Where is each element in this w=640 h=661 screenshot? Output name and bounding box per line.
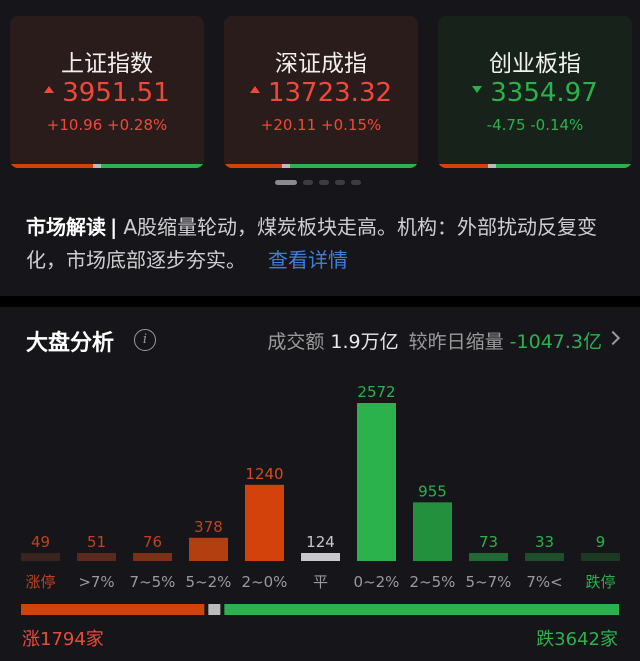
down-arrow-icon — [472, 86, 483, 93]
category-tick-label: 7~5% — [130, 573, 176, 591]
up-arrow-icon — [44, 86, 55, 93]
bar-value-label: 49 — [31, 533, 50, 551]
index-change: +10.96 +0.28% — [46, 116, 168, 134]
bar-value-label: 378 — [194, 518, 223, 536]
carousel-dot-active[interactable] — [275, 180, 297, 185]
bar-3 — [189, 537, 228, 561]
category-tick-label: 5~7% — [466, 573, 512, 591]
bar-4 — [245, 484, 284, 561]
category-tick-label: 0~2% — [354, 573, 400, 591]
index-value: 3354.97 — [438, 78, 632, 108]
index-panel: 上证指数 3951.51 +10.96 +0.28% 深证成指 13723.32… — [0, 0, 640, 296]
carousel-dot[interactable] — [319, 180, 329, 185]
index-name: 上证指数 — [61, 51, 153, 77]
category-tick-label: 7%< — [526, 573, 562, 591]
market-analysis-panel: 大盘分析 i 成交额 1.9万亿 较昨日缩量 -1047.3亿 49 涨停 51 >7%… — [0, 307, 640, 661]
advancers-count: 涨1794家 — [22, 629, 104, 650]
category-tick-label: 2~5% — [410, 573, 456, 591]
index-change: -4.75 -0.14% — [486, 116, 584, 134]
bar-10 — [581, 553, 620, 561]
index-card-shanghai[interactable]: 上证指数 3951.51 +10.96 +0.28% — [10, 16, 204, 168]
index-updown-bar — [438, 164, 632, 168]
index-name: 深证成指 — [275, 51, 367, 77]
bar-8 — [469, 553, 508, 561]
index-card-shenzhen[interactable]: 深证成指 13723.32 +20.11 +0.15% — [224, 16, 418, 168]
bar-9 — [525, 553, 564, 561]
market-reading-title: 市场解读 — [26, 215, 106, 239]
breadth-bar-down — [224, 604, 619, 615]
breadth-bar-up — [21, 604, 205, 615]
carousel-indicator[interactable] — [275, 180, 375, 186]
index-updown-bar — [10, 164, 204, 168]
bar-value-label: 2572 — [357, 383, 395, 401]
separator: | — [110, 215, 118, 239]
bar-5 — [301, 553, 340, 561]
carousel-dot[interactable] — [303, 180, 313, 185]
bar-value-label: 33 — [535, 533, 554, 551]
category-tick-label: >7% — [78, 573, 114, 591]
index-value: 3951.51 — [10, 78, 204, 108]
bar-value-label: 76 — [143, 533, 162, 551]
bar-0 — [21, 553, 60, 561]
category-tick-label: 5~2% — [186, 573, 232, 591]
index-value: 13723.32 — [224, 78, 418, 108]
market-reading[interactable]: 市场解读 | A股缩量轮动，煤炭板块走高。机构：外部扰动反复变化，市场底部逐步夯实。… — [26, 211, 626, 277]
view-details-link[interactable]: 查看详情 — [268, 248, 348, 272]
bar-value-label: 955 — [418, 482, 447, 500]
category-tick-label: 2~0% — [242, 573, 288, 591]
up-arrow-icon — [249, 86, 260, 93]
decliners-count: 跌3642家 — [536, 629, 618, 650]
index-updown-bar — [224, 164, 418, 168]
bar-7 — [413, 502, 452, 561]
carousel-dot[interactable] — [335, 180, 345, 185]
bar-2 — [133, 553, 172, 561]
breadth-bar-flat — [208, 604, 221, 615]
bar-6 — [357, 403, 396, 561]
bar-value-label: 9 — [596, 533, 606, 551]
carousel-dot[interactable] — [351, 180, 361, 185]
index-cards: 上证指数 3951.51 +10.96 +0.28% 深证成指 13723.32… — [10, 16, 632, 168]
bar-value-label: 73 — [479, 533, 498, 551]
category-tick-label: 平 — [313, 573, 328, 591]
updown-distribution-chart: 49 涨停 51 >7% 76 7~5% 378 5~2% 1240 2~0% 124 平 2572 0~… — [21, 383, 620, 615]
bar-1 — [77, 553, 116, 561]
category-tick-label: 涨停 — [25, 573, 55, 591]
bar-value-label: 1240 — [245, 465, 283, 483]
bar-value-label: 124 — [306, 533, 335, 551]
index-name: 创业板指 — [489, 51, 581, 77]
index-card-chinext[interactable]: 创业板指 3354.97 -4.75 -0.14% — [438, 16, 632, 168]
category-tick-label: 跌停 — [585, 573, 615, 591]
index-change: +20.11 +0.15% — [260, 116, 382, 134]
bar-value-label: 51 — [87, 533, 106, 551]
